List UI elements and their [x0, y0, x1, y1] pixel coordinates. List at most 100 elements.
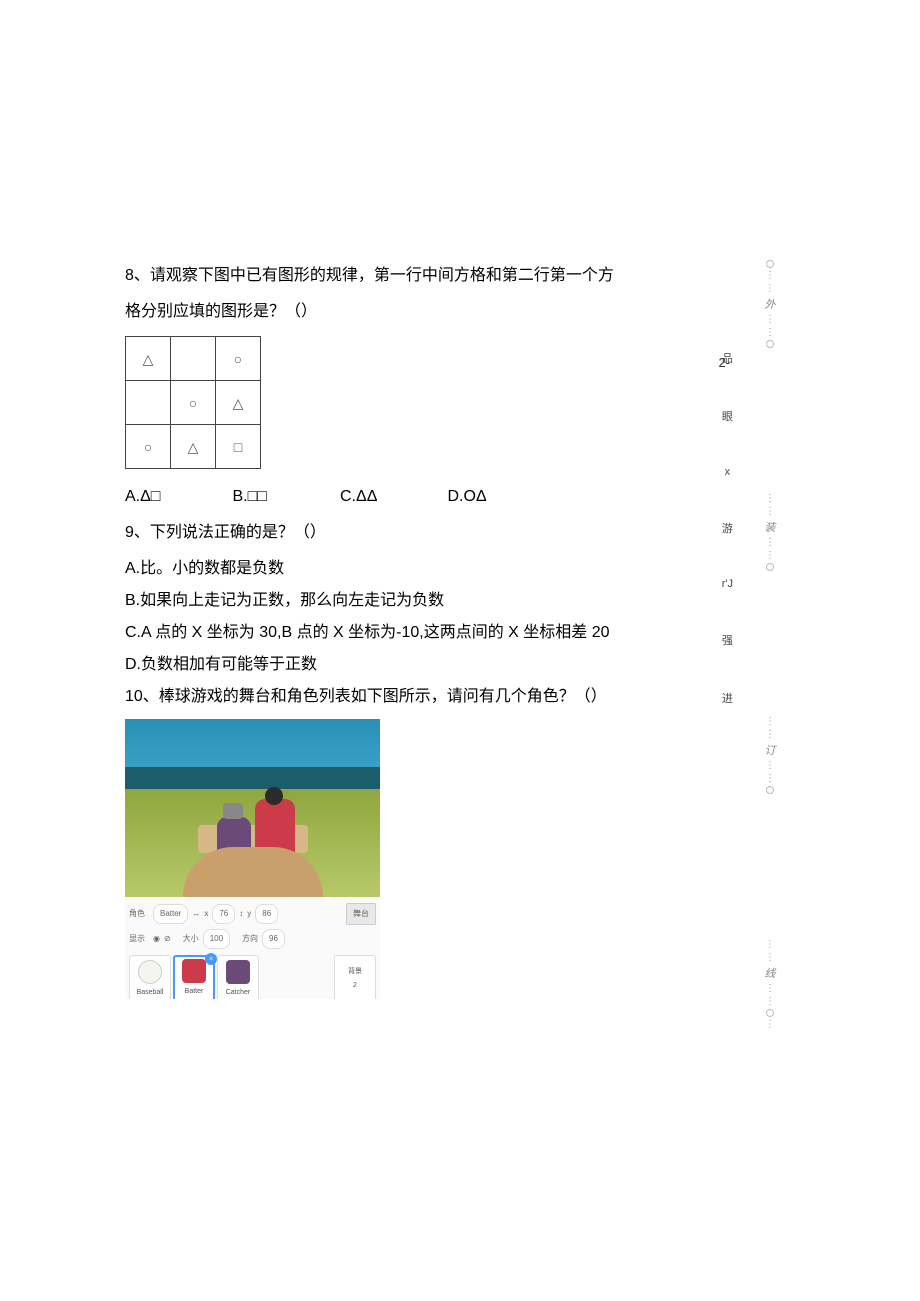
- circle-icon: [766, 1009, 774, 1017]
- dots-icon: [765, 939, 775, 950]
- q8-option-c: C.ΔΔ: [340, 481, 448, 513]
- q8-option-d: D.OΔ: [448, 481, 556, 513]
- dots-icon: [765, 283, 775, 294]
- baseball-icon: [138, 960, 162, 984]
- margin-char: 进: [722, 690, 733, 706]
- binding-segment: 外: [765, 260, 776, 348]
- dots-icon: [765, 506, 775, 517]
- dots-icon: [765, 550, 775, 561]
- dots-icon: [765, 1019, 775, 1030]
- scratch-stage-screenshot: 角色 Batter ↔ x 76 ↕ y 86 舞台 显示 ◉ ⊘ 大小 100…: [125, 719, 380, 999]
- binding-line: 外 装 订 线: [745, 260, 795, 1030]
- sprite-catcher: Catcher: [217, 955, 259, 999]
- x-value: 76: [212, 904, 235, 924]
- grid-cell: ○: [171, 381, 216, 425]
- table-row: ○ △ □: [126, 425, 261, 469]
- grid-cell: △: [171, 425, 216, 469]
- role-name-value: Batter: [153, 904, 188, 924]
- dots-icon: [765, 716, 775, 727]
- dots-icon: [765, 996, 775, 1007]
- dots-icon: [765, 327, 775, 338]
- right-margin: 品 眼 x 游 r'J 强 进 外 装 订: [695, 260, 795, 1030]
- y-label: y: [247, 906, 251, 922]
- direction-value: 96: [262, 929, 285, 949]
- show-label: 显示: [129, 931, 149, 947]
- dots-icon: [765, 493, 775, 504]
- q9-option-b: B.如果向上走记为正数，那么向左走记为负数: [125, 585, 685, 617]
- q9-option-c: C.A 点的 X 坐标为 30,B 点的 X 坐标为-10,这两点间的 X 坐标…: [125, 617, 685, 649]
- grid-cell: [171, 337, 216, 381]
- q8-option-b: B.□□: [233, 481, 341, 513]
- sprite-baseball: Baseball: [129, 955, 171, 999]
- sprite-label: Baseball: [137, 986, 164, 999]
- q9-option-a: A.比。小的数都是负数: [125, 553, 685, 585]
- eye-icon: ◉: [153, 931, 160, 947]
- sprite-list: Baseball × Batter Catcher 背景 2: [129, 955, 376, 999]
- sprite-info-row: 角色 Batter ↔ x 76 ↕ y 86 舞台: [129, 901, 376, 927]
- grid-cell: ○: [126, 425, 171, 469]
- q9-option-d: D.负数相加有可能等于正数: [125, 649, 685, 681]
- y-value: 86: [255, 904, 278, 924]
- table-row: ○ △: [126, 381, 261, 425]
- grid-cell: [126, 381, 171, 425]
- circle-icon: [766, 786, 774, 794]
- margin-char: x: [725, 466, 731, 478]
- dots-icon: [765, 314, 775, 325]
- sprite-label: Catcher: [226, 986, 251, 999]
- margin-annotations: 品 眼 x 游 r'J 强 进: [722, 350, 733, 706]
- margin-char: 眼: [722, 408, 733, 424]
- sprite-label: Batter: [185, 985, 204, 999]
- binding-char: 外: [765, 296, 776, 312]
- close-badge-icon: ×: [205, 953, 217, 965]
- binding-char: 装: [765, 519, 776, 535]
- sprite-info-row2: 显示 ◉ ⊘ 大小 100 方向 96: [129, 927, 376, 951]
- batter-icon: [182, 959, 206, 983]
- grid-cell: ○: [216, 337, 261, 381]
- backdrop-count: 2: [353, 979, 357, 993]
- binding-segment: 装: [765, 493, 776, 571]
- q9-text: 9、下列说法正确的是？（）: [125, 517, 685, 549]
- x-label: x: [204, 906, 208, 922]
- circle-icon: [766, 340, 774, 348]
- binding-char: 线: [765, 965, 776, 981]
- stands-background: [125, 767, 380, 789]
- sky-background: [125, 719, 380, 767]
- q8-text-line2: 格分别应填的图形是？（）: [125, 296, 685, 328]
- binding-segment: 线: [765, 939, 776, 1030]
- margin-char: 强: [722, 632, 733, 648]
- dots-icon: [765, 729, 775, 740]
- grid-cell: △: [216, 381, 261, 425]
- scratch-sprite-panel: 角色 Batter ↔ x 76 ↕ y 86 舞台 显示 ◉ ⊘ 大小 100…: [125, 897, 380, 999]
- margin-char: 游: [722, 520, 733, 536]
- q8-pattern-grid: △ ○ ○ △ ○ △ □: [125, 336, 261, 469]
- double-arrow-icon: ↔: [192, 906, 200, 922]
- backdrop-panel: 背景 2: [334, 955, 376, 999]
- circle-icon: [766, 260, 774, 268]
- sprite-batter: × Batter: [173, 955, 215, 999]
- pitcher-mound: [183, 847, 323, 897]
- dots-icon: [765, 760, 775, 771]
- eye-off-icon: ⊘: [164, 931, 171, 947]
- catcher-icon: [226, 960, 250, 984]
- dots-icon: [765, 952, 775, 963]
- infield-background: [125, 789, 380, 897]
- size-value: 100: [203, 929, 230, 949]
- size-label: 大小: [183, 931, 199, 947]
- dots-icon: [765, 983, 775, 994]
- margin-char: 品: [722, 350, 733, 366]
- updown-arrow-icon: ↕: [239, 906, 243, 922]
- margin-char: r'J: [722, 578, 733, 590]
- q10-text: 10、棒球游戏的舞台和角色列表如下图所示，请问有几个角色？（）: [125, 681, 685, 713]
- q8-text-line1: 8、请观察下图中已有图形的规律，第一行中间方格和第二行第一个方: [125, 260, 685, 292]
- binding-char: 订: [765, 742, 776, 758]
- q8-options: A.Δ□ B.□□ C.ΔΔ D.OΔ: [125, 481, 555, 513]
- backdrop-label: 背景: [348, 965, 362, 979]
- role-label: 角色: [129, 906, 149, 922]
- table-row: △ ○: [126, 337, 261, 381]
- main-content: 8、请观察下图中已有图形的规律，第一行中间方格和第二行第一个方 格分别应填的图形…: [125, 260, 685, 999]
- circle-icon: [766, 563, 774, 571]
- grid-cell: △: [126, 337, 171, 381]
- dots-icon: [765, 537, 775, 548]
- direction-label: 方向: [242, 931, 258, 947]
- stage-label: 舞台: [346, 903, 376, 925]
